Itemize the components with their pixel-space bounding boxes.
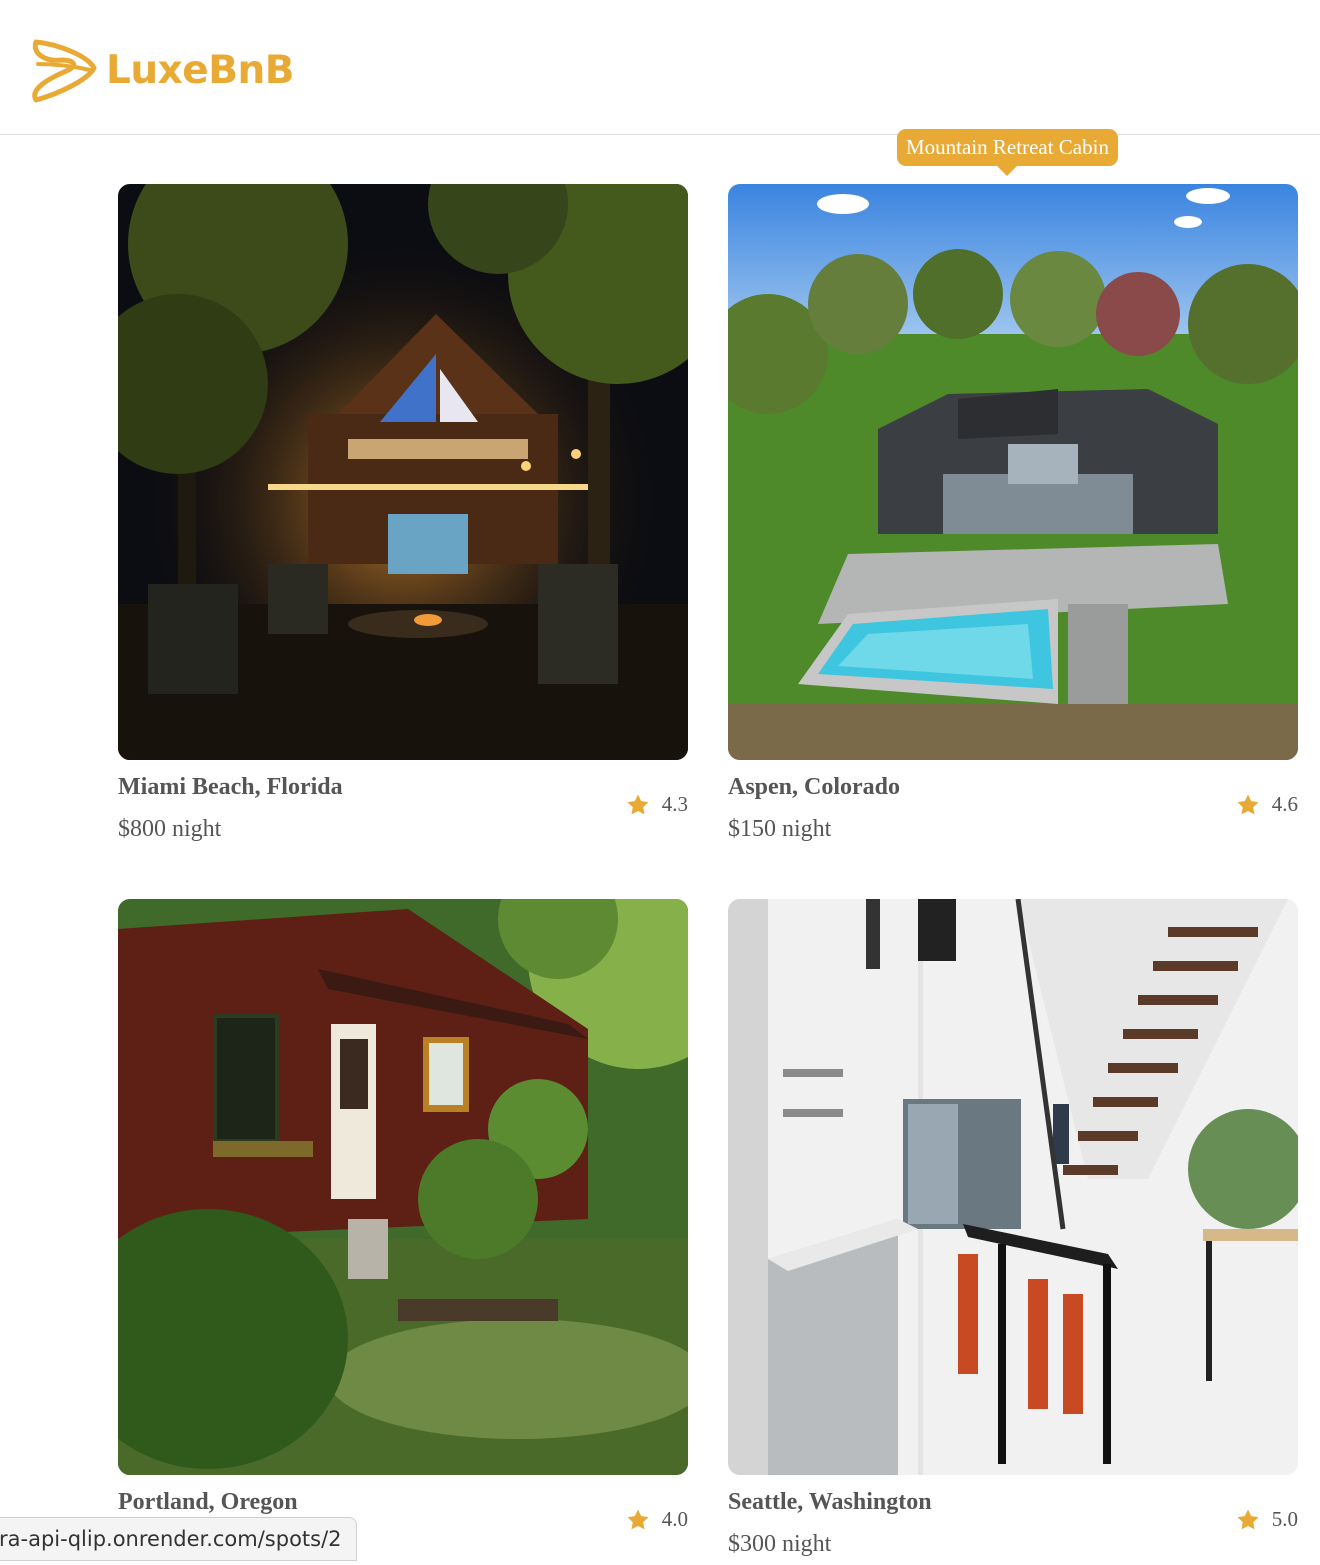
listing-rating: 4.3 bbox=[626, 792, 688, 817]
listing-rating: 4.6 bbox=[1236, 792, 1298, 817]
star-icon bbox=[1237, 794, 1259, 814]
logo-link[interactable]: LuxeBnB bbox=[28, 34, 294, 106]
site-header: LuxeBnB bbox=[0, 0, 1320, 135]
listing-card[interactable]: Seattle, Washington $300 night 5.0 bbox=[728, 899, 1298, 1565]
listing-location: Aspen, Colorado bbox=[728, 774, 901, 800]
listing-location: Seattle, Washington bbox=[728, 1489, 932, 1515]
listing-info: Aspen, Colorado $150 night 4.6 bbox=[728, 760, 1298, 850]
hover-tooltip: Mountain Retreat Cabin bbox=[897, 129, 1118, 176]
night-cabin-photo[interactable] bbox=[118, 184, 688, 760]
listing-card[interactable]: Aspen, Colorado $150 night 4.6 bbox=[728, 184, 1298, 850]
listing-location: Miami Beach, Florida bbox=[118, 774, 343, 800]
listing-price: $300 night bbox=[728, 1531, 832, 1557]
rating-value: 4.6 bbox=[1271, 792, 1298, 816]
rating-value: 5.0 bbox=[1271, 1507, 1298, 1531]
listing-card[interactable]: Portland, Oregon 4.0 bbox=[118, 899, 688, 1565]
loft-kitchen-photo[interactable] bbox=[728, 899, 1298, 1475]
brand-name: LuxeBnB bbox=[106, 47, 294, 93]
modern-house-pool-photo[interactable] bbox=[728, 184, 1298, 760]
star-icon bbox=[627, 794, 649, 814]
logo-loop-icon bbox=[32, 39, 97, 103]
star-icon bbox=[627, 1509, 649, 1529]
link-status-bar: ra-api-qlip.onrender.com/spots/2 bbox=[0, 1517, 357, 1561]
listing-location: Portland, Oregon bbox=[118, 1489, 298, 1515]
rating-value: 4.0 bbox=[661, 1507, 688, 1531]
listing-info: Miami Beach, Florida $800 night 4.3 bbox=[118, 760, 688, 850]
listing-info: Seattle, Washington $300 night 5.0 bbox=[728, 1475, 1298, 1565]
star-icon bbox=[1237, 1509, 1259, 1529]
rating-value: 4.3 bbox=[661, 792, 688, 816]
listing-rating: 5.0 bbox=[1236, 1507, 1298, 1532]
listing-price: $150 night bbox=[728, 816, 832, 842]
listing-rating: 4.0 bbox=[626, 1507, 688, 1532]
red-cabin-garden-photo[interactable] bbox=[118, 899, 688, 1475]
listing-card[interactable]: Miami Beach, Florida $800 night 4.3 bbox=[118, 184, 688, 850]
listing-price: $800 night bbox=[118, 816, 222, 842]
